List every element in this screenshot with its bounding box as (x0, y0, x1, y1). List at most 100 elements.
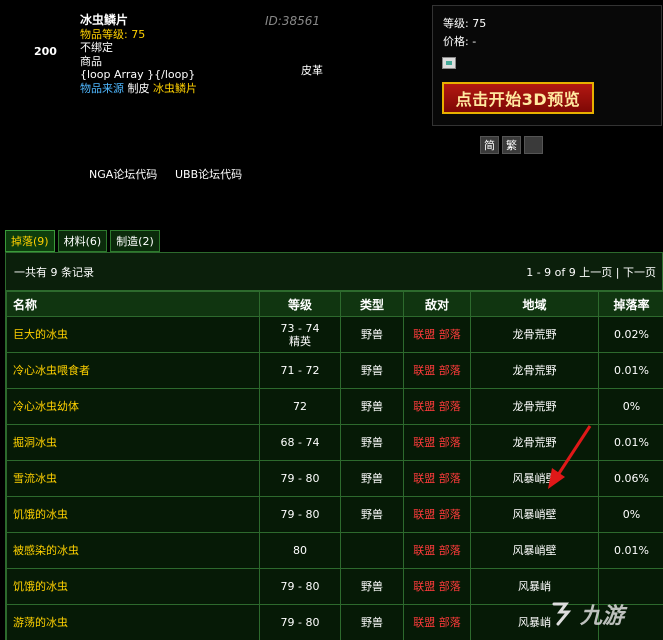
npc-level-range: 79 - 80 (280, 580, 320, 593)
npc-name-link[interactable]: 冷心冰虫喂食者 (6, 352, 260, 389)
hostile-alliance: 联盟 (413, 580, 436, 593)
stat-level: 等级: 75 (443, 17, 487, 30)
hostile-horde: 部落 (438, 472, 461, 485)
npc-level: 79 - 80 (259, 568, 341, 605)
watermark-logo-icon (552, 602, 572, 626)
table-row[interactable]: 被感染的冰虫 80 联盟 部落 风暴峭壁 0.01% (6, 532, 663, 569)
hostile-alliance: 联盟 (413, 544, 436, 557)
table-header-row: 名称 等级 类型 敌对 地域 掉落率 (6, 291, 663, 317)
npc-name-link[interactable]: 游荡的冰虫 (6, 604, 260, 640)
table-row[interactable]: 冷心冰虫喂食者 71 - 72 野兽 联盟 部落 龙骨荒野 0.01% (6, 352, 663, 389)
npc-level-rank: 精英 (289, 334, 311, 348)
next-page-link[interactable]: 下一页 (623, 266, 656, 279)
hostile-horde: 部落 (438, 616, 461, 629)
pager-range: 1 - 9 of 9 (526, 265, 576, 279)
tab-materials[interactable]: 材料(6) (57, 230, 108, 252)
npc-drop-rate: 0.01% (598, 532, 663, 569)
npc-type: 野兽 (340, 424, 404, 461)
col-header-zone[interactable]: 地域 (470, 291, 599, 317)
tab-drops[interactable]: 掉落(9) (5, 230, 55, 252)
col-header-droprate[interactable]: 掉落率 (598, 291, 663, 317)
table-row[interactable]: 雪流冰虫 79 - 80 野兽 联盟 部落 风暴峭壁 0.06% (6, 460, 663, 497)
col-header-name[interactable]: 名称 (6, 291, 260, 317)
npc-zone[interactable]: 风暴峭壁 (470, 460, 599, 497)
npc-name-link[interactable]: 巨大的冰虫 (6, 316, 260, 353)
npc-level: 79 - 80 (259, 604, 341, 640)
npc-drop-rate: 0.01% (598, 424, 663, 461)
npc-zone[interactable]: 龙骨荒野 (470, 424, 599, 461)
drops-table: 名称 等级 类型 敌对 地域 掉落率 巨大的冰虫 73 - 74 精英 野兽 联盟 部落… (6, 291, 663, 640)
tab-bar: 掉落(9) 材料(6) 制造(2) (5, 230, 160, 252)
table-row[interactable]: 冷心冰虫幼体 72 野兽 联盟 部落 龙骨荒野 0% (6, 388, 663, 425)
item-level: 物品等级: 75 (80, 27, 146, 41)
hostile-horde: 部落 (438, 400, 461, 413)
traditional-button[interactable]: 繁 (502, 136, 521, 154)
npc-name-link[interactable]: 被感染的冰虫 (6, 532, 260, 569)
simplified-button[interactable]: 简 (480, 136, 499, 154)
npc-type: 野兽 (340, 496, 404, 533)
table-row[interactable]: 掘洞冰虫 68 - 74 野兽 联盟 部落 龙骨荒野 0.01% (6, 424, 663, 461)
npc-zone[interactable]: 龙骨荒野 (470, 316, 599, 353)
col-header-level[interactable]: 等级 (259, 291, 341, 317)
item-source-item[interactable]: 冰虫鳞片 (153, 82, 197, 95)
hostile-horde: 部落 (438, 328, 461, 341)
npc-name-link[interactable]: 饥饿的冰虫 (6, 568, 260, 605)
npc-zone[interactable]: 风暴峭壁 (470, 496, 599, 533)
npc-level: 79 - 80 (259, 496, 341, 533)
pager-separator: | (615, 265, 620, 279)
npc-level: 68 - 74 (259, 424, 341, 461)
item-source: 物品来源 制皮 冰虫鳞片 (80, 82, 330, 96)
npc-hostility: 联盟 部落 (403, 388, 471, 425)
hostile-horde: 部落 (438, 436, 461, 449)
npc-zone[interactable]: 龙骨荒野 (470, 352, 599, 389)
npc-name-link[interactable]: 雪流冰虫 (6, 460, 260, 497)
item-stack-count: 200 (34, 45, 57, 58)
hostile-alliance: 联盟 (413, 328, 436, 341)
item-source-label: 物品来源 (80, 81, 124, 95)
ubb-code-link[interactable]: UBB论坛代码 (175, 166, 242, 182)
npc-type: 野兽 (340, 316, 404, 353)
npc-level-range: 71 - 72 (280, 364, 320, 377)
npc-level-range: 79 - 80 (280, 472, 320, 485)
3d-preview-button[interactable]: 点击开始3D预览 (442, 82, 594, 114)
hostile-alliance: 联盟 (413, 364, 436, 377)
nga-code-link[interactable]: NGA论坛代码 (89, 166, 157, 182)
stat-price: 价格: - (443, 35, 477, 48)
npc-drop-rate: 0% (598, 496, 663, 533)
blank-button[interactable] (524, 136, 543, 154)
hostile-alliance: 联盟 (413, 508, 436, 521)
drops-panel: 一共有 9 条记录 1 - 9 of 9 上一页 | 下一页 名称 等级 类型 … (5, 252, 663, 640)
item-bind: 不绑定 (80, 41, 113, 54)
item-loop: {loop Array }{/loop} (80, 68, 196, 81)
hostile-alliance: 联盟 (413, 616, 436, 629)
npc-level-range: 72 (293, 400, 307, 413)
npc-level-range: 80 (293, 544, 307, 557)
npc-name-link[interactable]: 饥饿的冰虫 (6, 496, 260, 533)
npc-zone[interactable]: 风暴峭壁 (470, 532, 599, 569)
summary-bar: 一共有 9 条记录 1 - 9 of 9 上一页 | 下一页 (6, 253, 662, 291)
item-source-profession[interactable]: 制皮 (128, 82, 150, 95)
table-row[interactable]: 巨大的冰虫 73 - 74 精英 野兽 联盟 部落 龙骨荒野 0.02% (6, 316, 663, 353)
watermark-text: 九游 (580, 604, 625, 629)
prev-page-link[interactable]: 上一页 (579, 266, 612, 279)
npc-drop-rate: 0% (598, 388, 663, 425)
npc-type (340, 532, 404, 569)
hostile-alliance: 联盟 (413, 400, 436, 413)
npc-level: 72 (259, 388, 341, 425)
npc-level-range: 79 - 80 (280, 508, 320, 521)
hostile-alliance: 联盟 (413, 436, 436, 449)
npc-hostility: 联盟 部落 (403, 604, 471, 640)
npc-type: 野兽 (340, 568, 404, 605)
npc-hostility: 联盟 部落 (403, 316, 471, 353)
npc-hostility: 联盟 部落 (403, 460, 471, 497)
npc-hostility: 联盟 部落 (403, 568, 471, 605)
npc-zone[interactable]: 龙骨荒野 (470, 388, 599, 425)
col-header-hostile[interactable]: 敌对 (403, 291, 471, 317)
hostile-horde: 部落 (438, 544, 461, 557)
tab-crafting[interactable]: 制造(2) (110, 230, 160, 252)
table-row[interactable]: 饥饿的冰虫 79 - 80 野兽 联盟 部落 风暴峭壁 0% (6, 496, 663, 533)
hostile-horde: 部落 (438, 364, 461, 377)
npc-name-link[interactable]: 冷心冰虫幼体 (6, 388, 260, 425)
col-header-type[interactable]: 类型 (340, 291, 404, 317)
npc-name-link[interactable]: 掘洞冰虫 (6, 424, 260, 461)
